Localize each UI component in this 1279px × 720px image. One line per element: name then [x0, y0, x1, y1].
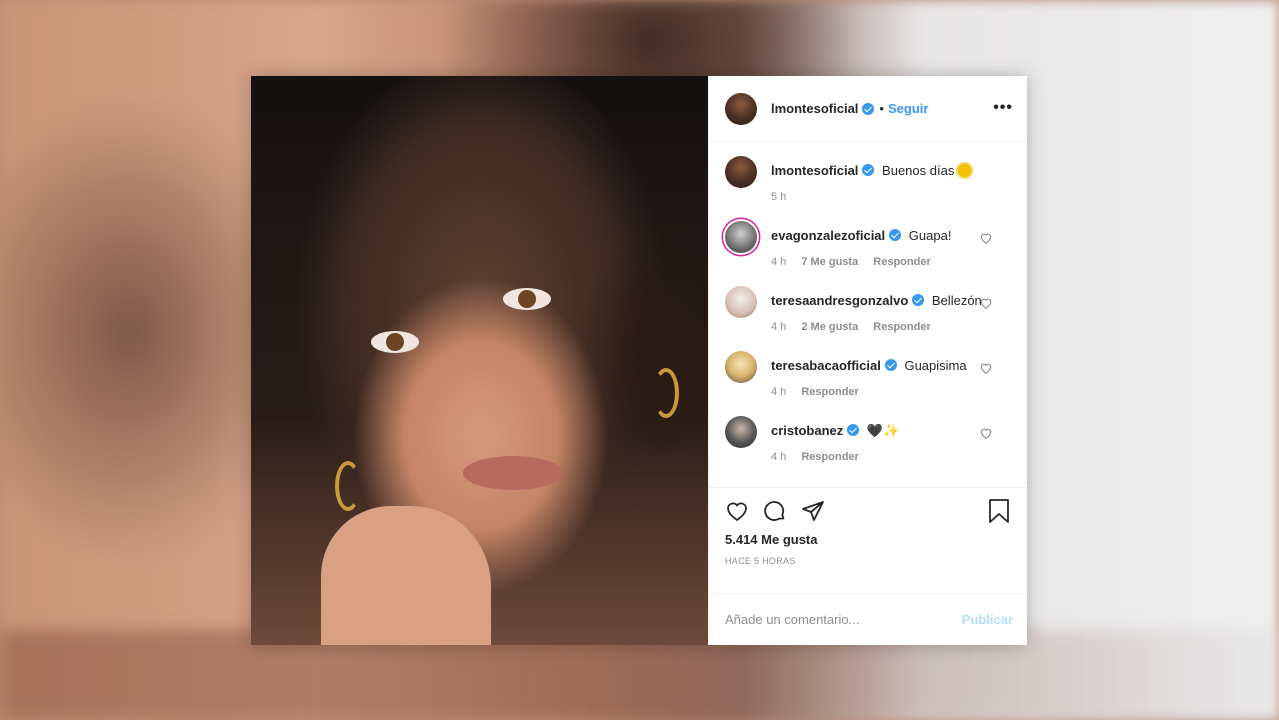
share-send-icon[interactable] — [801, 499, 825, 523]
follow-separator: • — [879, 101, 884, 116]
caption-text: Buenos días — [882, 163, 955, 178]
comment-time: 4 h — [771, 451, 787, 463]
comment-text: Guapa! — [908, 228, 952, 243]
post-header: lmontesoficial • Seguir ••• — [709, 76, 1027, 142]
commenter-avatar[interactable] — [725, 416, 757, 448]
verified-badge-icon — [847, 424, 860, 436]
photo-hand — [321, 506, 491, 645]
verified-badge-icon — [862, 102, 875, 115]
verified-badge-icon — [889, 229, 902, 241]
post-like-count[interactable]: 5.414 Me gusta — [725, 532, 1011, 547]
publish-button[interactable]: Publicar — [962, 612, 1013, 627]
comment-likes[interactable]: 2 Me gusta — [801, 321, 858, 333]
commenter-username[interactable]: evagonzalezoficial — [771, 228, 885, 243]
commenter-avatar[interactable] — [725, 351, 757, 383]
comment-time: 4 h — [771, 256, 787, 268]
comment-item: evagonzalezoficial Guapa! 4 h 7 Me gusta… — [725, 221, 1011, 268]
photo-earring-right — [653, 368, 679, 418]
comment-text: Bellezón — [931, 293, 982, 308]
comment-item: teresabacaofficial Guapisima 4 h Respond… — [725, 351, 1011, 398]
caption: lmontesoficial Buenos días 5 h — [725, 156, 1011, 203]
instagram-post: lmontesoficial • Seguir ••• lmontesofici… — [251, 76, 1027, 645]
commenter-username[interactable]: teresabacaofficial — [771, 358, 881, 373]
post-photo[interactable] — [251, 76, 708, 645]
save-bookmark-icon[interactable] — [987, 498, 1011, 524]
more-options-icon[interactable]: ••• — [993, 99, 1013, 117]
post-time-ago: HACE 5 HORAS — [725, 556, 796, 566]
verified-badge-icon — [884, 359, 897, 371]
like-comment-heart-icon[interactable] — [979, 426, 993, 440]
author-avatar[interactable] — [725, 92, 757, 125]
reply-button[interactable]: Responder — [873, 256, 930, 268]
commenter-avatar[interactable] — [725, 286, 757, 318]
caption-avatar[interactable] — [725, 156, 757, 188]
add-comment-bar: Publicar — [709, 593, 1027, 645]
comment-text: Guapisima — [904, 358, 967, 373]
like-comment-heart-icon[interactable] — [979, 361, 993, 375]
comment-item: cristobanez 🖤✨ 4 h Responder — [725, 416, 1011, 463]
comment-item: teresaandresgonzalvo Bellezón 4 h 2 Me g… — [725, 286, 1011, 333]
reply-button[interactable]: Responder — [873, 321, 930, 333]
reply-button[interactable]: Responder — [801, 451, 858, 463]
black-heart-emoji-icon: 🖤 — [866, 423, 884, 438]
comments-list: lmontesoficial Buenos días 5 h evagonzal… — [709, 142, 1027, 487]
comment-time: 4 h — [771, 321, 787, 333]
photo-eye-left — [371, 331, 419, 353]
post-side-panel: lmontesoficial • Seguir ••• lmontesofici… — [708, 76, 1027, 645]
photo-earring-left — [335, 461, 361, 511]
reply-button[interactable]: Responder — [801, 386, 858, 398]
post-actions-area: 5.414 Me gusta HACE 5 HORAS — [709, 487, 1027, 593]
comment-bubble-icon[interactable] — [763, 499, 787, 523]
comment-time: 4 h — [771, 386, 787, 398]
caption-time: 5 h — [771, 191, 787, 203]
commenter-avatar[interactable] — [725, 221, 757, 253]
like-comment-heart-icon[interactable] — [979, 296, 993, 310]
comment-input[interactable] — [725, 612, 945, 627]
commenter-username[interactable]: teresaandresgonzalvo — [771, 293, 908, 308]
follow-button[interactable]: Seguir — [888, 101, 928, 116]
caption-username[interactable]: lmontesoficial — [771, 163, 858, 178]
verified-badge-icon — [862, 164, 875, 176]
verified-badge-icon — [912, 294, 925, 306]
like-heart-icon[interactable] — [725, 499, 749, 523]
author-username[interactable]: lmontesoficial — [771, 101, 858, 116]
commenter-username[interactable]: cristobanez — [771, 423, 843, 438]
sun-emoji-icon — [958, 164, 972, 177]
comment-likes[interactable]: 7 Me gusta — [801, 256, 858, 268]
action-bar — [725, 498, 1011, 524]
sparkles-emoji-icon: ✨ — [883, 423, 900, 438]
photo-eye-right — [503, 288, 551, 310]
like-comment-heart-icon[interactable] — [979, 231, 993, 245]
photo-lips — [463, 456, 563, 490]
